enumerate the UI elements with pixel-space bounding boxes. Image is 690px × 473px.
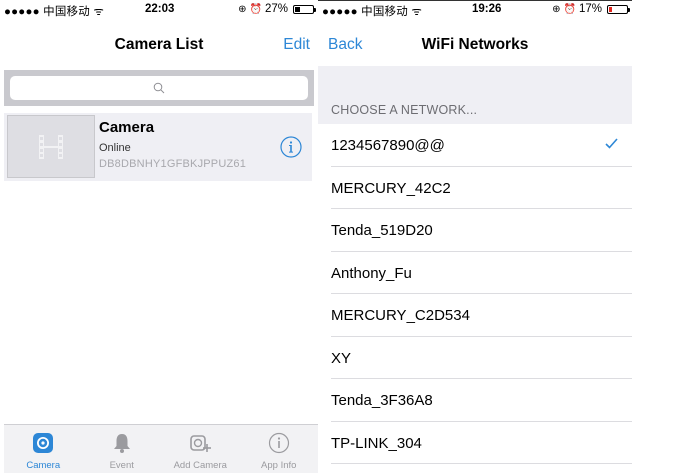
- tab-event[interactable]: Event: [83, 425, 162, 473]
- status-time: 22:03: [145, 3, 175, 15]
- carrier-signal: ●●●●● 中国移动 ᯤ: [322, 6, 423, 18]
- wifi-network-name: MERCURY_C2D534: [331, 307, 470, 324]
- camera-list-screen: ●●●●● 中国移动 ᯤ 22:03 ⊕ ⏰ 27% Camera List E…: [0, 0, 318, 473]
- tab-camera[interactable]: Camera: [4, 425, 83, 473]
- lock-rotation-icon: ⊕: [238, 3, 247, 15]
- tab-bar: Camera Event Add Camera App Info: [4, 424, 318, 473]
- edit-button[interactable]: Edit: [283, 36, 310, 54]
- wifi-network-item[interactable]: 1234567890@@: [318, 124, 632, 167]
- page-title: Camera List: [114, 36, 204, 53]
- wifi-networks-screen: ●●●●● 中国移动 ᯤ 19:26 ⊕ ⏰ 17% Back WiFi Net…: [318, 0, 632, 473]
- section-header-label: CHOOSE A NETWORK...: [331, 103, 478, 117]
- alarm-icon: ⏰: [563, 3, 576, 15]
- navigation-bar: Camera List Edit: [0, 20, 318, 66]
- wifi-network-name: Anthony_Fu: [331, 264, 412, 282]
- wifi-network-name: Tenda_519D20: [331, 222, 433, 239]
- bell-icon: [113, 434, 130, 453]
- wifi-network-item[interactable]: Tenda_3F36A8: [318, 379, 632, 422]
- info-icon: [268, 432, 289, 454]
- wifi-network-item[interactable]: Anthony_Fu: [318, 252, 632, 295]
- battery-fill: [295, 6, 300, 12]
- battery-percent: 27%: [264, 3, 288, 15]
- wifi-network-name: MERCURY_42C2: [331, 179, 451, 197]
- status-bar: ●●●●● 中国移动 ᯤ 19:26 ⊕ ⏰ 17%: [318, 0, 632, 20]
- checkmark-icon: [605, 138, 618, 149]
- search-icon: [153, 82, 165, 94]
- battery-percent: 17%: [578, 3, 602, 15]
- camera-info-button[interactable]: [280, 136, 302, 163]
- status-bar: ●●●●● 中国移动 ᯤ 22:03 ⊕ ⏰ 27%: [0, 0, 318, 20]
- status-time: 19:26: [472, 3, 502, 15]
- tab-label: Add Camera: [173, 460, 227, 471]
- tab-label: Event: [109, 460, 134, 471]
- wifi-network-name: 1234567890@@: [331, 137, 445, 154]
- wifi-network-item[interactable]: XY: [318, 337, 632, 380]
- camera-status: Online: [99, 142, 131, 154]
- wifi-network-item[interactable]: Tenda_519D20: [318, 209, 632, 252]
- alarm-icon: ⏰: [249, 3, 262, 15]
- camera-list-item[interactable]: Camera Online DB8DBNHY1GFBKJPPUZ61: [4, 113, 312, 181]
- wifi-network-item[interactable]: TP-LINK_304: [318, 422, 632, 465]
- wifi-network-item[interactable]: MERCURY_C2D534: [318, 294, 632, 337]
- wifi-network-name: XY: [331, 349, 352, 367]
- tab-add-camera[interactable]: Add Camera: [161, 425, 240, 473]
- wifi-network-list: 1234567890@@ MERCURY_42C2 Tenda_519D20 Anth…: [318, 124, 632, 464]
- tab-label: App Info: [261, 460, 297, 471]
- navigation-bar: Back WiFi Networks: [318, 20, 632, 66]
- camera-icon: [33, 433, 54, 453]
- camera-thumbnail: [7, 115, 95, 178]
- wifi-network-item[interactable]: MERCURY_42C2: [318, 167, 632, 210]
- tab-label: Camera: [26, 460, 61, 471]
- lock-rotation-icon: ⊕: [552, 3, 561, 15]
- section-header: CHOOSE A NETWORK...: [318, 66, 632, 124]
- wifi-network-name: Tenda_3F36A8: [331, 392, 433, 409]
- camera-id: DB8DBNHY1GFBKJPPUZ61: [99, 158, 247, 170]
- film-icon: [39, 134, 63, 159]
- tab-app-info[interactable]: App Info: [240, 425, 319, 473]
- add-camera-icon: [190, 435, 212, 452]
- search-bar: [4, 70, 314, 106]
- status-right: ⊕ ⏰ 17%: [552, 3, 630, 15]
- wifi-network-name: TP-LINK_304: [331, 434, 422, 452]
- camera-name: Camera: [99, 119, 155, 136]
- page-title: WiFi Networks: [421, 36, 529, 53]
- battery-icon: [607, 4, 630, 14]
- search-input[interactable]: [10, 76, 308, 100]
- carrier-signal: ●●●●● 中国移动 ᯤ: [4, 6, 105, 18]
- battery-icon: [293, 4, 316, 14]
- info-icon: [280, 136, 302, 158]
- status-right: ⊕ ⏰ 27%: [238, 3, 316, 15]
- battery-fill: [609, 6, 612, 12]
